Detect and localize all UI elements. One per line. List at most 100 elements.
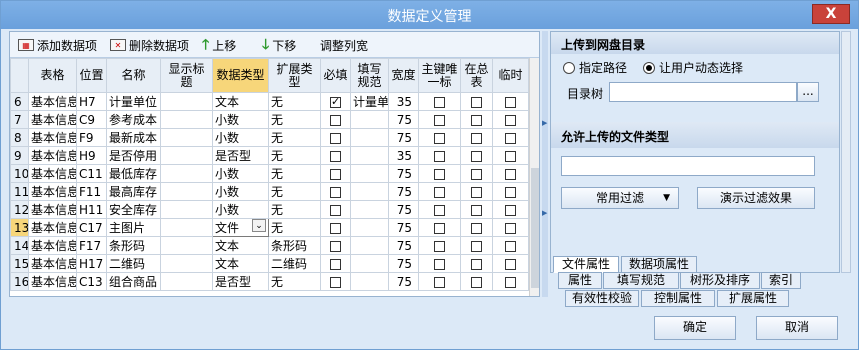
width-cell[interactable]: 75 <box>388 254 419 273</box>
required-cell[interactable] <box>320 272 351 291</box>
name-cell[interactable]: 最低库存 <box>106 164 161 183</box>
fill-rule-cell[interactable] <box>350 236 389 255</box>
checkbox[interactable] <box>434 132 445 144</box>
temp-cell[interactable] <box>492 110 529 129</box>
ext-type-cell[interactable]: 无 <box>268 128 321 147</box>
width-cell[interactable]: 75 <box>388 218 419 237</box>
col-header-temp[interactable]: 临时 <box>492 58 529 93</box>
ext-type-cell[interactable]: 二维码 <box>268 254 321 273</box>
width-cell[interactable]: 35 <box>388 146 419 165</box>
fill-rule-cell[interactable] <box>350 128 389 147</box>
col-header-in-summary[interactable]: 在总表 <box>460 58 493 93</box>
in-summary-cell[interactable] <box>460 272 493 291</box>
fill-rule-cell[interactable] <box>350 146 389 165</box>
move-down-button[interactable]: 🡓 下移 <box>262 36 296 54</box>
tab-validation[interactable]: 有效性校验 <box>565 290 639 307</box>
checkbox[interactable] <box>434 204 445 216</box>
checkbox[interactable] <box>330 114 341 126</box>
col-header-position[interactable]: 位置 <box>76 58 107 93</box>
checkbox[interactable] <box>330 276 341 288</box>
checkbox[interactable] <box>471 114 482 126</box>
checkbox[interactable] <box>471 240 482 252</box>
table-row[interactable]: 6基本信息H7计量单位 文本无 计量单35 <box>10 92 529 111</box>
expand-right-icon[interactable]: ▶ <box>542 209 547 217</box>
temp-cell[interactable] <box>492 272 529 291</box>
checkbox[interactable] <box>471 258 482 270</box>
title-bar[interactable]: 数据定义管理 X <box>1 1 858 29</box>
row-number-cell[interactable]: 7 <box>10 110 29 129</box>
position-cell[interactable]: F9 <box>76 128 107 147</box>
tab-index[interactable]: 索引 <box>761 272 801 289</box>
col-header-display-title[interactable]: 显示标题 <box>160 58 213 93</box>
required-cell[interactable] <box>320 92 351 111</box>
width-cell[interactable]: 35 <box>388 92 419 111</box>
position-cell[interactable]: C13 <box>76 272 107 291</box>
common-filter-dropdown[interactable]: 常用过滤 ▼ <box>561 187 679 209</box>
radio-fixed-path-icon[interactable] <box>563 61 575 74</box>
temp-cell[interactable] <box>492 236 529 255</box>
ext-type-cell[interactable]: 无 <box>268 110 321 129</box>
display-title-cell[interactable] <box>160 164 213 183</box>
checkbox[interactable] <box>505 240 516 252</box>
primary-key-cell[interactable] <box>418 218 461 237</box>
row-number-cell[interactable]: 16 <box>10 272 29 291</box>
table-row[interactable]: 14 基本信息 F17 条形码 文本 条形码 75 <box>10 236 529 255</box>
name-cell[interactable]: 最新成本 <box>106 128 161 147</box>
ok-button[interactable]: 确定 <box>654 316 736 340</box>
table-row[interactable]: 16 基本信息 C13 组合商品 是否型无 75 <box>10 272 529 291</box>
tab-control-properties[interactable]: 控制属性 <box>641 290 715 307</box>
row-number-cell[interactable]: 8 <box>10 128 29 147</box>
required-cell[interactable] <box>320 146 351 165</box>
checkbox[interactable] <box>471 276 482 288</box>
temp-cell[interactable] <box>492 200 529 219</box>
in-summary-cell[interactable] <box>460 200 493 219</box>
table-cell[interactable]: 基本信息 <box>28 128 77 147</box>
temp-cell[interactable] <box>492 218 529 237</box>
position-cell[interactable]: F17 <box>76 236 107 255</box>
table-cell[interactable]: 基本信息 <box>28 164 77 183</box>
scrollbar-thumb[interactable] <box>531 168 539 288</box>
in-summary-cell[interactable] <box>460 218 493 237</box>
display-title-cell[interactable] <box>160 218 213 237</box>
required-cell[interactable] <box>320 110 351 129</box>
row-number-cell[interactable]: 15 <box>10 254 29 273</box>
ext-type-cell[interactable]: 无 <box>268 182 321 201</box>
position-cell[interactable]: H17 <box>76 254 107 273</box>
width-cell[interactable]: 75 <box>388 182 419 201</box>
data-type-cell[interactable]: 小数 <box>212 164 269 183</box>
fill-rule-cell[interactable]: 计量单 <box>350 92 389 111</box>
row-number-cell[interactable]: 13 <box>10 218 29 237</box>
table-cell[interactable]: 基本信息 <box>28 182 77 201</box>
required-cell[interactable] <box>320 128 351 147</box>
table-cell[interactable]: 基本信息 <box>28 218 77 237</box>
browse-button[interactable]: ... <box>797 82 819 102</box>
temp-cell[interactable] <box>492 254 529 273</box>
name-cell[interactable]: 是否停用 <box>106 146 161 165</box>
checkbox[interactable] <box>330 186 341 198</box>
ext-type-cell[interactable]: 无 <box>268 164 321 183</box>
position-cell[interactable]: H9 <box>76 146 107 165</box>
checkbox[interactable] <box>505 186 516 198</box>
table-row[interactable]: 12 基本信息 H11 安全库存 小数无 75 <box>10 200 529 219</box>
name-cell[interactable]: 组合商品 <box>106 272 161 291</box>
data-type-cell[interactable]: 是否型 <box>212 272 269 291</box>
display-title-cell[interactable] <box>160 272 213 291</box>
checkbox[interactable] <box>330 95 341 108</box>
position-cell[interactable]: C11 <box>76 164 107 183</box>
checkbox[interactable] <box>505 222 516 234</box>
fill-rule-cell[interactable] <box>350 164 389 183</box>
checkbox[interactable] <box>471 168 482 180</box>
checkbox[interactable] <box>330 168 341 180</box>
in-summary-cell[interactable] <box>460 164 493 183</box>
checkbox[interactable] <box>471 96 482 108</box>
display-title-cell[interactable] <box>160 146 213 165</box>
tab-file-properties[interactable]: 文件属性 <box>553 256 619 273</box>
col-header-width[interactable]: 宽度 <box>388 58 419 93</box>
delete-item-button[interactable]: ✕ 删除数据项 <box>110 36 189 54</box>
tab-fill-rules[interactable]: 填写规范 <box>603 272 679 289</box>
row-number-cell[interactable]: 14 <box>10 236 29 255</box>
primary-key-cell[interactable] <box>418 146 461 165</box>
ext-type-cell[interactable]: 无 <box>268 272 321 291</box>
primary-key-cell[interactable] <box>418 92 461 111</box>
row-number-cell[interactable]: 6 <box>10 92 29 111</box>
